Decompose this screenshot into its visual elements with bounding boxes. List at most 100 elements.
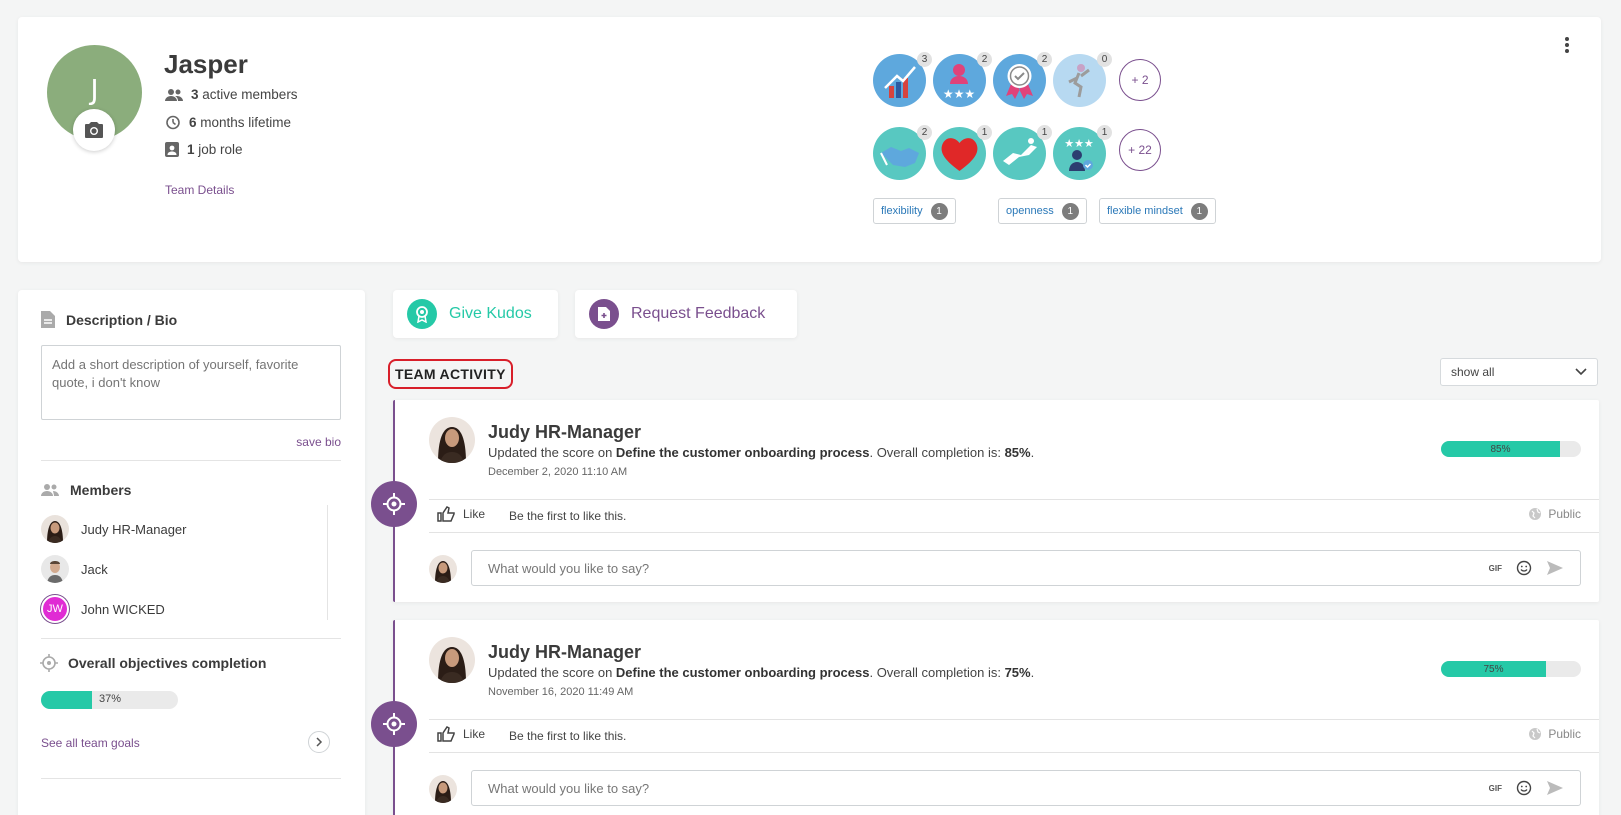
avatar [429,417,475,463]
bio-title-text: Description / Bio [66,311,178,328]
give-kudos-button[interactable]: Give Kudos [393,290,558,338]
comment-input[interactable]: What would you like to say? GIF [471,770,1581,806]
tag-flexibility[interactable]: flexibility 1 [873,198,956,224]
globe-icon [1529,508,1542,520]
activity-card: Judy HR-Manager Updated the score on Def… [371,620,1599,815]
objective-link[interactable]: Define the customer onboarding process [616,445,870,460]
visibility-indicator: Public [1528,507,1581,521]
globe-icon [1529,728,1542,740]
handshake-badge[interactable]: 2 [873,125,932,180]
people-icon [41,484,59,496]
members-scrollbar[interactable] [327,505,328,620]
more-badges-row1-button[interactable]: + 2 [1119,59,1161,101]
activity-card: Judy HR-Manager Updated the score on Def… [371,400,1599,602]
badge-count: 1 [1097,125,1112,140]
divider [429,499,1599,500]
like-button[interactable]: Like [437,726,485,742]
badge-count: 1 [1037,125,1052,140]
badge-count: 1 [977,125,992,140]
stat-job-role: 1 job role [165,141,243,157]
member-name: John WICKED [81,601,165,617]
leap-badge[interactable]: 1 [993,125,1052,180]
save-bio-button[interactable]: save bio [296,435,341,449]
thumbs-up-icon [437,726,455,742]
visibility-label: Public [1548,727,1581,741]
members-title-text: Members [70,482,132,498]
tag-label: openness [1006,205,1054,217]
divider [429,752,1599,753]
divider [429,719,1599,720]
divider [41,460,341,461]
avatar [429,637,475,683]
divider [429,532,1599,533]
star-person-check-badge[interactable]: ★★★ 1 [1053,125,1112,180]
tag-openness[interactable]: openness 1 [998,198,1087,224]
activity-filter-select[interactable]: show all [1440,358,1598,386]
badge-count: 2 [977,52,992,67]
activity-message: Updated the score on Define the customer… [488,665,1035,680]
camera-upload-button[interactable] [73,109,115,151]
badge-count: 0 [1097,52,1112,67]
tag-count: 1 [1190,202,1208,220]
objective-link[interactable]: Define the customer onboarding process [616,665,870,680]
star-person-badge[interactable]: ★★★ 2 [933,52,992,107]
document-icon [41,311,55,328]
team-name: Jasper [164,49,248,79]
visibility-indicator: Public [1528,727,1581,741]
progress-fill [41,691,92,709]
avatar [429,775,457,803]
people-icon [165,88,183,101]
emoji-icon[interactable] [1516,780,1532,796]
badge-count: 2 [1037,52,1052,67]
team-initial: J [90,73,99,106]
request-feedback-button[interactable]: Request Feedback [575,290,797,338]
chevron-right-icon[interactable] [308,731,330,753]
objectives-title-text: Overall objectives completion [68,655,267,671]
completion-progress-bar: 85% [1441,441,1581,457]
see-all-team-goals-link[interactable]: See all team goals [41,736,140,750]
member-item[interactable]: JW John WICKED [41,595,165,623]
gif-icon[interactable]: GIF [1489,784,1502,793]
tag-count: 1 [1061,202,1079,220]
progress-fill: 75% [1441,661,1546,677]
avatar: JW [41,595,69,623]
team-activity-heading: TEAM ACTIVITY [388,359,513,389]
like-label: Like [463,727,486,741]
stat-active-members: 3 active members [165,87,298,102]
avatar [41,555,69,583]
more-options-icon[interactable] [1563,37,1571,53]
progress-fill: 85% [1441,441,1560,457]
comment-input[interactable]: What would you like to say? GIF [471,550,1581,586]
svg-text:★★★: ★★★ [1064,137,1094,150]
filter-value: show all [1451,365,1495,379]
avatar [429,555,457,583]
activity-timestamp: November 16, 2020 11:49 AM [488,686,634,698]
objective-target-icon [371,701,417,747]
team-details-link[interactable]: Team Details [165,183,234,197]
member-item[interactable]: Judy HR-Manager [41,515,187,543]
member-name: Judy HR-Manager [81,521,187,537]
activity-author[interactable]: Judy HR-Manager [488,422,641,443]
send-icon[interactable] [1546,780,1564,796]
award-ribbon-badge[interactable]: 2 [993,52,1052,107]
kudos-icon [407,299,437,329]
activity-author[interactable]: Judy HR-Manager [488,642,641,663]
dance-badge[interactable]: 0 [1053,52,1112,107]
members-section-title: Members [40,482,131,498]
like-button[interactable]: Like [437,506,485,522]
member-item[interactable]: Jack [41,555,108,583]
request-feedback-label: Request Feedback [631,305,766,322]
badge-count: 2 [917,125,932,140]
tag-flexible-mindset[interactable]: flexible mindset 1 [1099,198,1216,224]
sidebar-card: Description / Bio save bio Members Judy … [18,290,365,815]
emoji-icon[interactable] [1516,560,1532,576]
gif-icon[interactable]: GIF [1489,564,1502,573]
more-badges-row2-button[interactable]: + 22 [1119,129,1161,171]
send-icon[interactable] [1546,560,1564,576]
badge-id-icon [165,142,179,157]
growth-chart-badge[interactable]: 3 [873,52,932,107]
progress-label: 37% [99,693,122,705]
team-header-card: J Jasper 3 active members 6 months lifet… [18,17,1601,262]
bio-textarea[interactable] [41,345,341,420]
heart-hands-badge[interactable]: 1 [933,125,992,180]
